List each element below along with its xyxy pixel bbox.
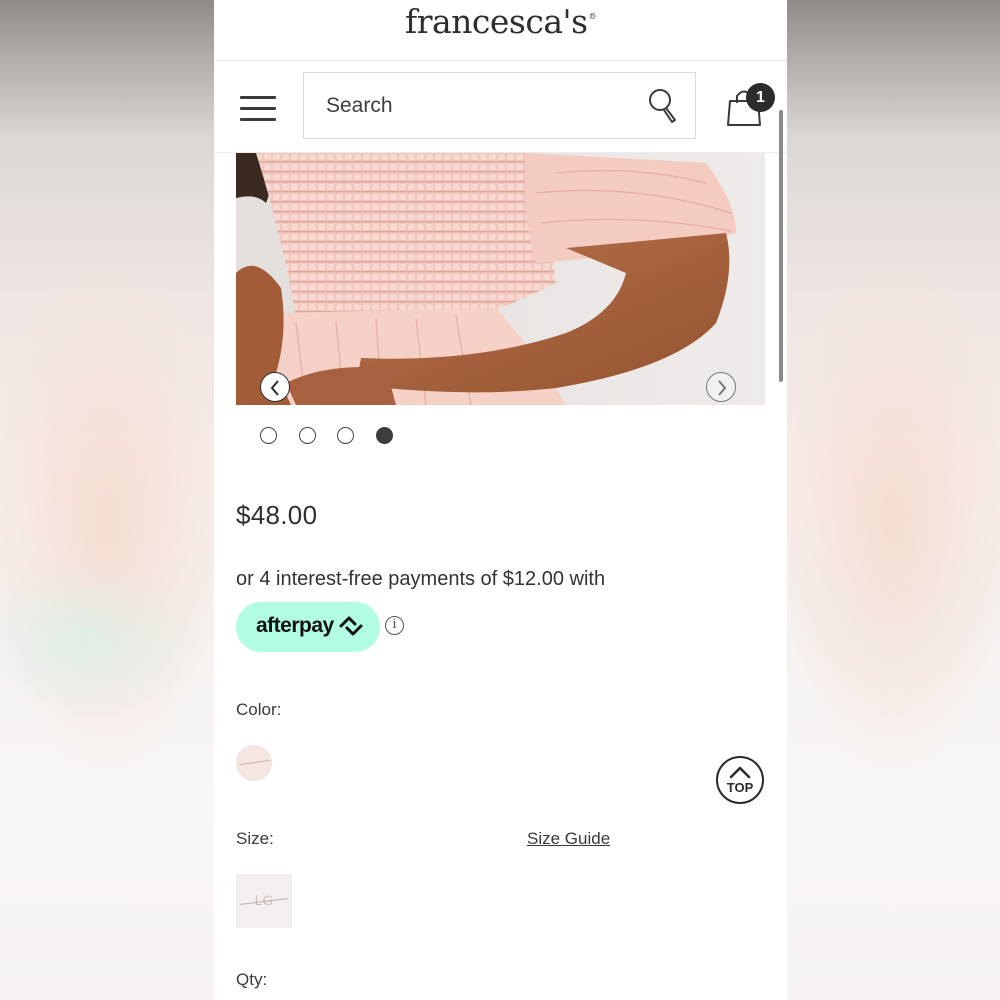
brand-logo[interactable]: francesca's® [214,2,787,41]
back-to-top-label: TOP [726,780,754,795]
brand-logo-text: francesca's [404,2,588,41]
size-label: Size: [236,829,274,848]
search-box[interactable] [303,72,696,139]
shopping-bag-icon[interactable]: 1 [724,81,778,133]
search-input[interactable] [326,89,626,123]
registered-mark: ® [588,12,597,21]
carousel-dot-2[interactable] [299,427,316,444]
search-icon[interactable] [648,88,680,126]
logo-header: francesca's® [214,0,787,61]
info-icon[interactable]: i [385,616,404,635]
hamburger-menu-icon[interactable] [240,94,276,122]
color-label: Color: [236,700,282,719]
size-guide-link[interactable]: Size Guide [527,829,610,849]
blurred-backdrop-right [787,0,1000,1000]
afterpay-label: afterpay [256,614,334,637]
color-swatch[interactable] [236,745,272,781]
installment-text: or 4 interest-free payments of $12.00 wi… [236,568,606,590]
carousel-dots [260,427,460,445]
carousel-dot-3[interactable] [337,427,354,444]
unavailable-strike [239,759,271,766]
size-option-lg[interactable]: LG [236,874,292,928]
chevron-right-icon[interactable] [706,372,736,402]
qty-label: Qty: [236,970,268,989]
mobile-page: francesca's® 1 [214,0,787,1000]
afterpay-badge[interactable]: afterpay [236,602,380,652]
blurred-backdrop-left [0,0,214,1000]
carousel-dot-4[interactable] [376,427,393,444]
cart-count-badge: 1 [746,83,775,112]
product-image[interactable] [236,153,765,405]
back-to-top-button[interactable]: TOP [716,756,764,804]
product-price: $48.00 [236,500,318,530]
nav-bar: 1 [214,61,787,153]
afterpay-arrows-icon [339,616,363,636]
chevron-left-icon[interactable] [260,372,290,402]
carousel-dot-1[interactable] [260,427,277,444]
scrollbar[interactable] [779,110,783,382]
